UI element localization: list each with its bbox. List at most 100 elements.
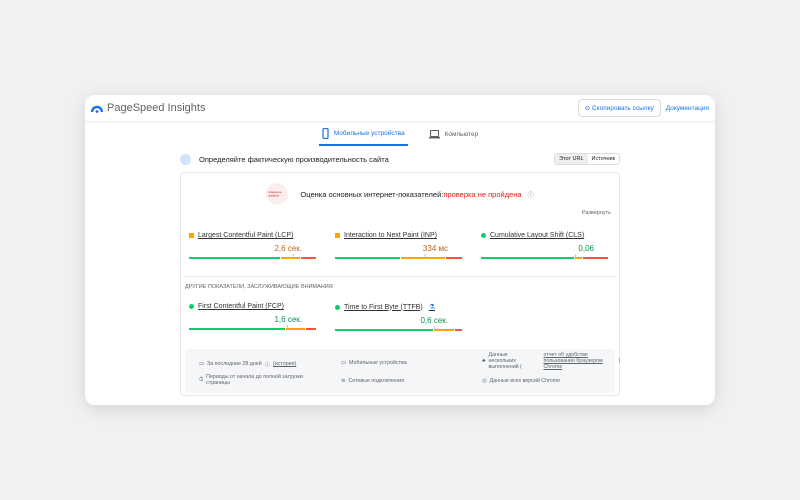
- header: PageSpeed Insights ⊖ Скопировать ссылку …: [85, 95, 715, 122]
- bar-segment-good: [189, 257, 281, 259]
- toggle-this-url[interactable]: Этот URL: [555, 154, 588, 164]
- bar-segment-good: [335, 257, 400, 259]
- wifi-icon: ≋: [341, 378, 346, 384]
- metric-value: 0,06: [578, 244, 594, 253]
- metric-name-link[interactable]: First Contentful Paint (FCP): [189, 303, 316, 310]
- tab-mobile[interactable]: Мобильные устройства: [318, 128, 408, 146]
- distribution-bar: ♀: [189, 253, 316, 259]
- rating-good-icon: [335, 304, 340, 310]
- section-title: Определяйте фактическую производительнос…: [199, 154, 389, 164]
- distribution-bar: ♀: [335, 253, 462, 259]
- experimental-icon: ⚗: [428, 304, 435, 311]
- multi-item: ♣ Данные нескольких выполнений ( отчет об …: [482, 352, 620, 370]
- laptop-icon: [428, 130, 440, 139]
- chrome-icon: ◎: [482, 378, 487, 384]
- fail-badge: проверка не пройдена: [266, 183, 289, 205]
- metric-fcp: First Contentful Paint (FCP) 1,6 сек. ♀: [189, 303, 316, 331]
- expand-button[interactable]: Развернуть: [582, 210, 611, 216]
- bar-segment-poor: [583, 257, 608, 259]
- network-text: Сетевые подключения: [348, 378, 404, 384]
- bar-segment-poor: [301, 257, 316, 259]
- logo[interactable]: PageSpeed Insights: [91, 102, 205, 114]
- network-item: ≋ Сетевые подключения: [341, 378, 404, 384]
- bar-segment-good: [189, 328, 286, 330]
- help-icon[interactable]: ⓘ: [265, 360, 270, 368]
- phone-icon: [322, 128, 329, 139]
- metric-name: Interaction to Next Paint (INP): [344, 232, 437, 239]
- url-origin-toggle: Этот URL Источник: [554, 153, 620, 165]
- cwv-panel: проверка не пройдена Оценка основных инт…: [180, 172, 620, 396]
- pagespeed-logo-icon: [91, 105, 103, 113]
- period-text: За последние 28 дней: [207, 361, 262, 367]
- calendar-icon: ▭: [199, 361, 205, 367]
- assessment-status: проверка не пройдена: [443, 189, 522, 199]
- docs-link[interactable]: Документация: [666, 105, 709, 112]
- close-paren: ): [618, 358, 621, 364]
- timer-icon: ⏱: [199, 376, 204, 383]
- data-summary: ▭ За последние 28 дней ⓘ (история) ⏱ Периоды…: [185, 349, 620, 393]
- p75-marker-icon: ♀: [285, 324, 290, 330]
- bar-segment-good: [335, 329, 433, 331]
- pagespeed-window: PageSpeed Insights ⊖ Скопировать ссылку …: [85, 95, 715, 405]
- metric-name-link[interactable]: Interaction to Next Paint (INP): [335, 232, 462, 239]
- bar-segment-poor: [454, 329, 462, 331]
- metric-name-link[interactable]: Cumulative Layout Shift (CLS): [481, 232, 608, 239]
- crux-report-link[interactable]: отчет об удобстве пользования браузером …: [543, 352, 611, 370]
- field-data-icon: [180, 153, 191, 165]
- metric-name: Cumulative Layout Shift (CLS): [490, 232, 585, 239]
- metric-ttfb: Time to First Byte (TTFB) ⚗ 0,6 сек. ♀: [335, 303, 462, 331]
- metric-inp: Interaction to Next Paint (INP) 334 мс ♀: [335, 232, 462, 259]
- bar-segment-poor: [306, 328, 316, 330]
- metric-name-link[interactable]: Time to First Byte (TTFB) ⚗: [335, 303, 462, 311]
- multi-text: Данные нескольких выполнений (: [488, 352, 522, 370]
- distribution-bar: ♀: [481, 253, 608, 259]
- field-data-section: Определяйте фактическую производительнос…: [180, 153, 620, 396]
- metric-value: 1,6 сек.: [274, 315, 302, 324]
- distribution-bar: ♀: [335, 325, 462, 331]
- tab-mobile-label: Мобильные устройства: [333, 130, 405, 137]
- rating-good-icon: [481, 233, 486, 238]
- badge-text: проверка не пройдена: [268, 190, 283, 198]
- tab-desktop[interactable]: Компьютер: [426, 128, 482, 146]
- copy-link-label: Скопировать ссылку: [591, 105, 654, 112]
- help-icon[interactable]: ⓘ: [528, 190, 534, 199]
- p75-marker-icon: ♀: [423, 253, 427, 259]
- device-text: Мобильные устройства: [349, 360, 407, 366]
- bar-segment-good: [481, 257, 574, 259]
- device-tabs: Мобильные устройства Компьютер: [85, 128, 715, 146]
- distribution-bar: ♀: [189, 324, 316, 330]
- versions-item: ◎ Данные всех версий Chrome: [482, 378, 560, 384]
- p75-marker-icon: ♀: [573, 253, 578, 259]
- period-item: ▭ За последние 28 дней ⓘ (история): [199, 360, 296, 368]
- metric-value: 2,6 сек.: [274, 244, 302, 253]
- metric-name-link[interactable]: Largest Contentful Paint (LCP): [189, 232, 316, 239]
- rating-good-icon: [189, 304, 194, 309]
- p75-marker-icon: ♀: [432, 325, 437, 331]
- toggle-origin[interactable]: Источник: [588, 154, 619, 164]
- rating-average-icon: [335, 233, 340, 238]
- rating-average-icon: [189, 233, 194, 238]
- p75-marker-icon: ♀: [291, 253, 295, 259]
- devices-icon: ▭: [341, 360, 347, 366]
- metric-lcp: Largest Contentful Paint (LCP) 2,6 сек. …: [189, 232, 316, 259]
- tab-desktop-label: Компьютер: [444, 131, 479, 138]
- other-metrics-title: ДРУГИЕ ПОКАЗАТЕЛИ, ЗАСЛУЖИВАЮЩИЕ ВНИМАНИ…: [185, 284, 333, 290]
- link-icon: ⊖: [584, 105, 592, 112]
- versions-text: Данные всех версий Chrome: [489, 378, 561, 384]
- metric-name: First Contentful Paint (FCP): [198, 303, 284, 310]
- bar-segment-poor: [445, 257, 462, 259]
- metric-name: Time to First Byte (TTFB): [344, 303, 423, 311]
- divider: [184, 276, 616, 277]
- durations-text: Периоды от начала до полной загрузки стр…: [206, 374, 303, 386]
- history-link[interactable]: (история): [273, 361, 296, 367]
- metric-value: 334 мс: [422, 244, 448, 253]
- durations-item: ⏱ Периоды от начала до полной загрузки ст…: [199, 374, 319, 386]
- assessment-label: Оценка основных интернет-показателей:: [300, 189, 444, 199]
- metric-value: 0,6 сек.: [420, 316, 448, 325]
- copy-link-button[interactable]: ⊖ Скопировать ссылку: [577, 99, 661, 117]
- metric-cls: Cumulative Layout Shift (CLS) 0,06 ♀: [481, 232, 608, 259]
- app-title: PageSpeed Insights: [107, 102, 206, 114]
- users-icon: ♣: [482, 358, 486, 364]
- device-item: ▭ Мобильные устройства: [341, 360, 407, 366]
- metric-name: Largest Contentful Paint (LCP): [198, 232, 294, 239]
